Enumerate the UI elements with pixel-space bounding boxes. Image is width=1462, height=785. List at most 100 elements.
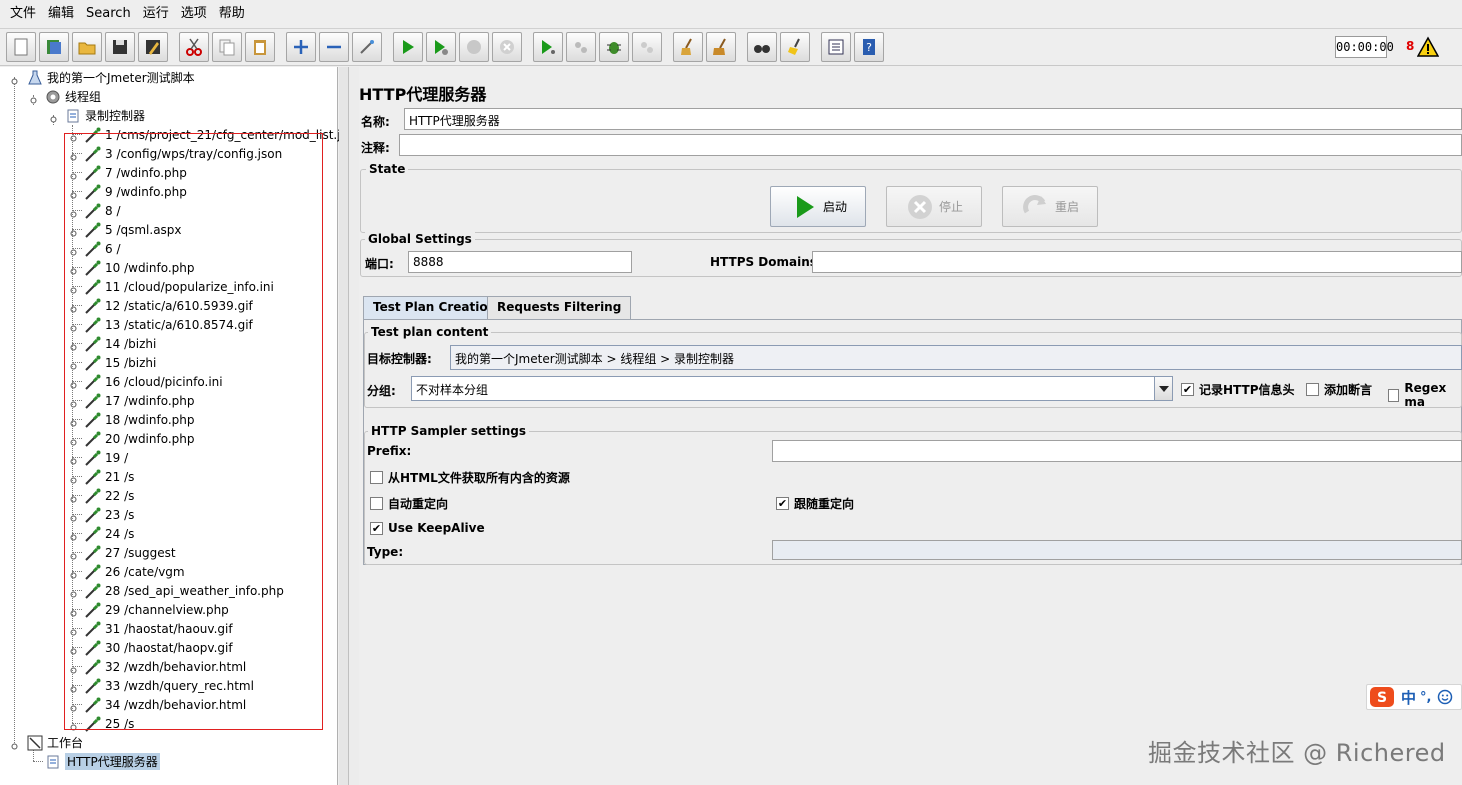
remote-start-button[interactable] <box>533 32 563 62</box>
tree-node-test-plan[interactable]: 我的第一个Jmeter测试脚本 <box>26 68 195 87</box>
comment-input[interactable] <box>399 134 1462 156</box>
pane-splitter[interactable] <box>339 67 349 785</box>
restart-proxy-button[interactable]: 重启 <box>1002 186 1098 227</box>
smiley-icon[interactable] <box>1437 689 1453 705</box>
chevron-down-icon[interactable] <box>1154 377 1172 400</box>
menu-help[interactable]: 帮助 <box>213 0 251 28</box>
search-button[interactable] <box>747 32 777 62</box>
prefix-input[interactable] <box>772 440 1462 462</box>
sampler-node[interactable]: 12 /static/a/610.5939.gif <box>84 296 253 315</box>
copy-button[interactable] <box>212 32 242 62</box>
menu-edit[interactable]: 编辑 <box>42 0 80 28</box>
sampler-node[interactable]: 18 /wdinfo.php <box>84 410 195 429</box>
sampler-node[interactable]: 27 /suggest <box>84 543 176 562</box>
sampler-node[interactable]: 22 /s <box>84 486 134 505</box>
tree-node-recording-controller[interactable]: 录制控制器 <box>64 106 145 125</box>
sampler-node[interactable]: 3 /config/wps/tray/config.json <box>84 144 282 163</box>
remote-stop-button[interactable] <box>566 32 596 62</box>
menu-run[interactable]: 运行 <box>137 0 175 28</box>
target-controller-select[interactable]: 我的第一个Jmeter测试脚本 > 线程组 > 录制控制器 <box>450 345 1462 370</box>
record-headers-checkbox[interactable]: ✔ 记录HTTP信息头 <box>1181 381 1295 398</box>
expand-toggle[interactable] <box>30 93 37 104</box>
sampler-node[interactable]: 23 /s <box>84 505 134 524</box>
sampler-node[interactable]: 16 /cloud/picinfo.ini <box>84 372 223 391</box>
sampler-node[interactable]: 34 /wzdh/behavior.html <box>84 695 246 714</box>
sampler-node[interactable]: 1 /cms/project_21/cfg_center/mod_list.js <box>84 125 347 144</box>
auto-redirect-checkbox[interactable]: 自动重定向 <box>370 495 448 512</box>
expand-toggle[interactable] <box>11 739 18 750</box>
ime-punct[interactable]: °, <box>1420 690 1431 705</box>
sampler-node[interactable]: 14 /bizhi <box>84 334 156 353</box>
reset-search-button[interactable] <box>780 32 810 62</box>
menu-file[interactable]: 文件 <box>4 0 42 28</box>
sampler-node[interactable]: 10 /wdinfo.php <box>84 258 195 277</box>
toggle-button[interactable] <box>352 32 382 62</box>
templates-button[interactable] <box>39 32 69 62</box>
shutdown-button[interactable] <box>492 32 522 62</box>
error-count[interactable]: 8 <box>1406 39 1414 53</box>
sampler-node[interactable]: 25 /s <box>84 714 134 733</box>
sampler-node[interactable]: 33 /wzdh/query_rec.html <box>84 676 254 695</box>
grouping-select[interactable]: 不对样本分组 <box>411 376 1173 401</box>
sampler-node[interactable]: 26 /cate/vgm <box>84 562 185 581</box>
start-proxy-button[interactable]: 启动 <box>770 186 866 227</box>
help-button[interactable]: ? <box>854 32 884 62</box>
tab-test-plan-creation[interactable]: Test Plan Creation <box>363 296 507 320</box>
sampler-node[interactable]: 5 /qsml.aspx <box>84 220 182 239</box>
add-assertions-checkbox[interactable]: 添加断言 <box>1306 381 1372 398</box>
sampler-node[interactable]: 6 / <box>84 239 121 258</box>
sampler-node[interactable]: 21 /s <box>84 467 134 486</box>
remote-exit-button[interactable] <box>632 32 662 62</box>
sampler-node[interactable]: 20 /wdinfo.php <box>84 429 195 448</box>
open-button[interactable] <box>72 32 102 62</box>
expand-toggle[interactable] <box>11 74 18 85</box>
sampler-node[interactable]: 32 /wzdh/behavior.html <box>84 657 246 676</box>
remote-shutdown-button[interactable] <box>599 32 629 62</box>
sampler-node[interactable]: 17 /wdinfo.php <box>84 391 195 410</box>
sampler-node[interactable]: 19 / <box>84 448 128 467</box>
stop-proxy-button[interactable]: 停止 <box>886 186 982 227</box>
ime-toolbar[interactable]: S 中 °, <box>1366 684 1462 710</box>
test-plan-tree[interactable]: 我的第一个Jmeter测试脚本 线程组 录制控制器 1 /cms/project… <box>0 67 347 785</box>
function-helper-button[interactable] <box>821 32 851 62</box>
stop-button[interactable] <box>459 32 489 62</box>
clear-all-button[interactable] <box>706 32 736 62</box>
tree-node-thread-group[interactable]: 线程组 <box>44 87 101 106</box>
sampler-node[interactable]: 11 /cloud/popularize_info.ini <box>84 277 274 296</box>
paste-button[interactable] <box>245 32 275 62</box>
sampler-node[interactable]: 8 / <box>84 201 121 220</box>
sampler-node[interactable]: 24 /s <box>84 524 134 543</box>
regex-matching-checkbox[interactable]: Regex ma <box>1388 381 1461 409</box>
sampler-node[interactable]: 9 /wdinfo.php <box>84 182 187 201</box>
new-button[interactable] <box>6 32 36 62</box>
ime-lang[interactable]: 中 <box>1401 687 1416 708</box>
collapse-all-button[interactable] <box>319 32 349 62</box>
cut-button[interactable] <box>179 32 209 62</box>
tree-node-workbench[interactable]: 工作台 <box>26 733 83 752</box>
clear-button[interactable] <box>673 32 703 62</box>
keepalive-checkbox[interactable]: ✔ Use KeepAlive <box>370 521 485 535</box>
save-button[interactable] <box>105 32 135 62</box>
sampler-node[interactable]: 31 /haostat/haouv.gif <box>84 619 233 638</box>
start-no-pause-button[interactable] <box>426 32 456 62</box>
tree-node-proxy-server[interactable]: HTTP代理服务器 <box>44 752 160 771</box>
name-input[interactable]: HTTP代理服务器 <box>404 108 1462 130</box>
save-as-button[interactable] <box>138 32 168 62</box>
sampler-node[interactable]: 30 /haostat/haopv.gif <box>84 638 233 657</box>
menu-search[interactable]: Search <box>80 0 137 28</box>
expand-toggle[interactable] <box>50 112 57 123</box>
sampler-node[interactable]: 29 /channelview.php <box>84 600 229 619</box>
warning-icon[interactable] <box>1417 36 1439 58</box>
port-input[interactable]: 8888 <box>408 251 632 273</box>
start-button[interactable] <box>393 32 423 62</box>
expand-all-button[interactable] <box>286 32 316 62</box>
tab-requests-filtering[interactable]: Requests Filtering <box>487 296 632 320</box>
menu-options[interactable]: 选项 <box>175 0 213 28</box>
follow-redirect-checkbox[interactable]: ✔ 跟随重定向 <box>776 495 854 512</box>
sampler-node[interactable]: 13 /static/a/610.8574.gif <box>84 315 253 334</box>
sampler-node[interactable]: 28 /sed_api_weather_info.php <box>84 581 284 600</box>
sampler-node[interactable]: 7 /wdinfo.php <box>84 163 187 182</box>
https-domains-input[interactable] <box>812 251 1462 273</box>
type-select[interactable] <box>772 540 1462 560</box>
sampler-node[interactable]: 15 /bizhi <box>84 353 156 372</box>
